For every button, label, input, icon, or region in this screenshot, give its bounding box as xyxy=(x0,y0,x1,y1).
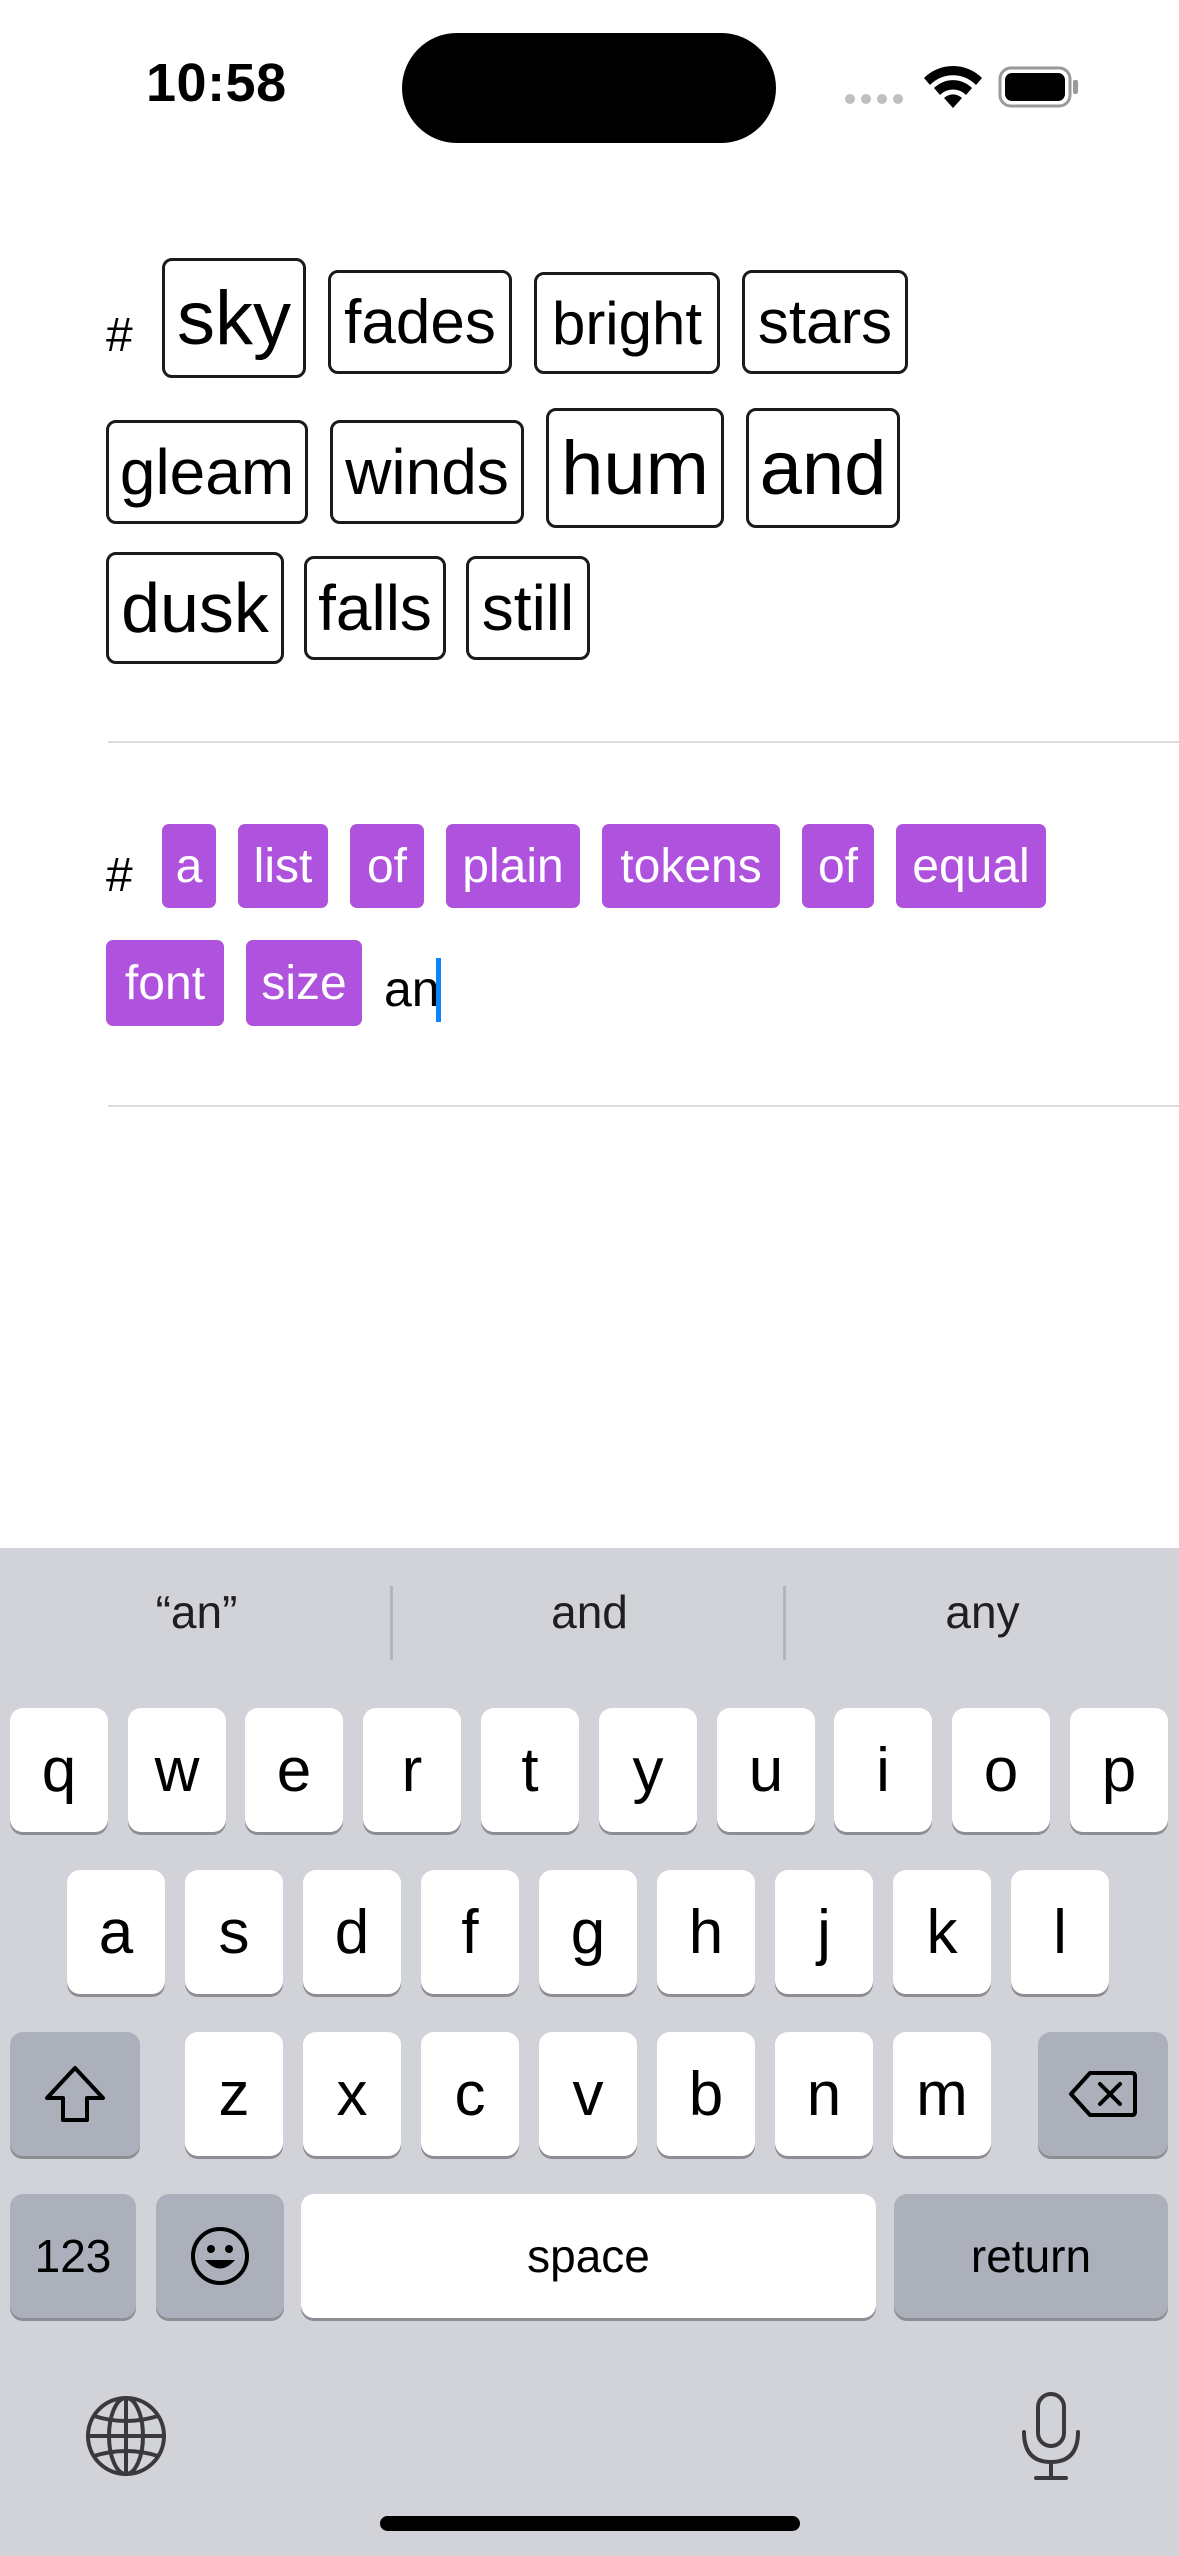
key-v[interactable]: v xyxy=(539,2032,637,2156)
key-k[interactable]: k xyxy=(893,1870,991,1994)
token-chip[interactable]: falls xyxy=(304,556,446,660)
token-chip[interactable]: tokens xyxy=(602,824,780,908)
token-chip[interactable]: and xyxy=(746,408,900,528)
return-key[interactable]: return xyxy=(894,2194,1168,2318)
token-chip[interactable]: a xyxy=(162,824,216,908)
token-chip[interactable]: font xyxy=(106,940,224,1026)
status-time: 10:58 xyxy=(146,53,287,113)
key-l[interactable]: l xyxy=(1011,1870,1109,1994)
suggestion-1[interactable]: “an” xyxy=(0,1548,393,1676)
token-chip[interactable]: still xyxy=(466,556,590,660)
key-d[interactable]: d xyxy=(303,1870,401,1994)
dynamic-island xyxy=(402,33,776,143)
wifi-icon xyxy=(924,65,982,108)
token-chip[interactable]: of xyxy=(350,824,424,908)
key-m[interactable]: m xyxy=(893,2032,991,2156)
battery-icon xyxy=(998,66,1078,108)
key-q[interactable]: q xyxy=(10,1708,108,1832)
home-indicator[interactable] xyxy=(380,2516,800,2531)
space-bar[interactable]: space xyxy=(301,2194,876,2318)
token-chip[interactable]: winds xyxy=(330,420,524,524)
token-chip[interactable]: plain xyxy=(446,824,580,908)
numbers-key[interactable]: 123 xyxy=(10,2194,136,2318)
token-chip[interactable]: equal xyxy=(896,824,1046,908)
hash-prefix: # xyxy=(106,849,133,902)
token-chip[interactable]: hum xyxy=(546,408,724,528)
delete-icon xyxy=(1069,2071,1137,2117)
key-h[interactable]: h xyxy=(657,1870,755,1994)
suggestion-2[interactable]: and xyxy=(393,1548,786,1676)
text-caret xyxy=(436,958,441,1022)
globe-icon[interactable] xyxy=(84,2394,168,2478)
key-j[interactable]: j xyxy=(775,1870,873,1994)
key-t[interactable]: t xyxy=(481,1708,579,1832)
key-n[interactable]: n xyxy=(775,2032,873,2156)
token-chip[interactable]: stars xyxy=(742,270,908,374)
field-divider xyxy=(108,1105,1179,1107)
token-chip[interactable]: fades xyxy=(328,270,512,374)
key-f[interactable]: f xyxy=(421,1870,519,1994)
token-chip[interactable]: size xyxy=(246,940,362,1026)
emoji-key[interactable] xyxy=(156,2194,284,2318)
delete-key[interactable] xyxy=(1038,2032,1168,2156)
shift-key[interactable] xyxy=(10,2032,140,2156)
shift-icon xyxy=(45,2066,105,2122)
key-w[interactable]: w xyxy=(128,1708,226,1832)
microphone-icon[interactable] xyxy=(1016,2390,1086,2484)
key-z[interactable]: z xyxy=(185,2032,283,2156)
hash-prefix: # xyxy=(106,309,133,362)
key-s[interactable]: s xyxy=(185,1870,283,1994)
key-i[interactable]: i xyxy=(834,1708,932,1832)
key-b[interactable]: b xyxy=(657,2032,755,2156)
token-chip[interactable]: sky xyxy=(162,258,306,378)
key-p[interactable]: p xyxy=(1070,1708,1168,1832)
key-a[interactable]: a xyxy=(67,1870,165,1994)
key-r[interactable]: r xyxy=(363,1708,461,1832)
typing-input[interactable]: an xyxy=(384,960,440,1018)
token-chip[interactable]: bright xyxy=(534,272,720,374)
emoji-icon xyxy=(191,2227,249,2285)
key-g[interactable]: g xyxy=(539,1870,637,1994)
key-y[interactable]: y xyxy=(599,1708,697,1832)
cellular-signal-icon xyxy=(845,94,905,108)
key-o[interactable]: o xyxy=(952,1708,1050,1832)
token-chip[interactable]: dusk xyxy=(106,552,284,664)
field-divider xyxy=(108,741,1179,743)
key-e[interactable]: e xyxy=(245,1708,343,1832)
key-x[interactable]: x xyxy=(303,2032,401,2156)
key-c[interactable]: c xyxy=(421,2032,519,2156)
token-chip[interactable]: list xyxy=(238,824,328,908)
suggestion-3[interactable]: any xyxy=(786,1548,1179,1676)
token-chip[interactable]: gleam xyxy=(106,420,308,524)
key-u[interactable]: u xyxy=(717,1708,815,1832)
token-chip[interactable]: of xyxy=(802,824,874,908)
